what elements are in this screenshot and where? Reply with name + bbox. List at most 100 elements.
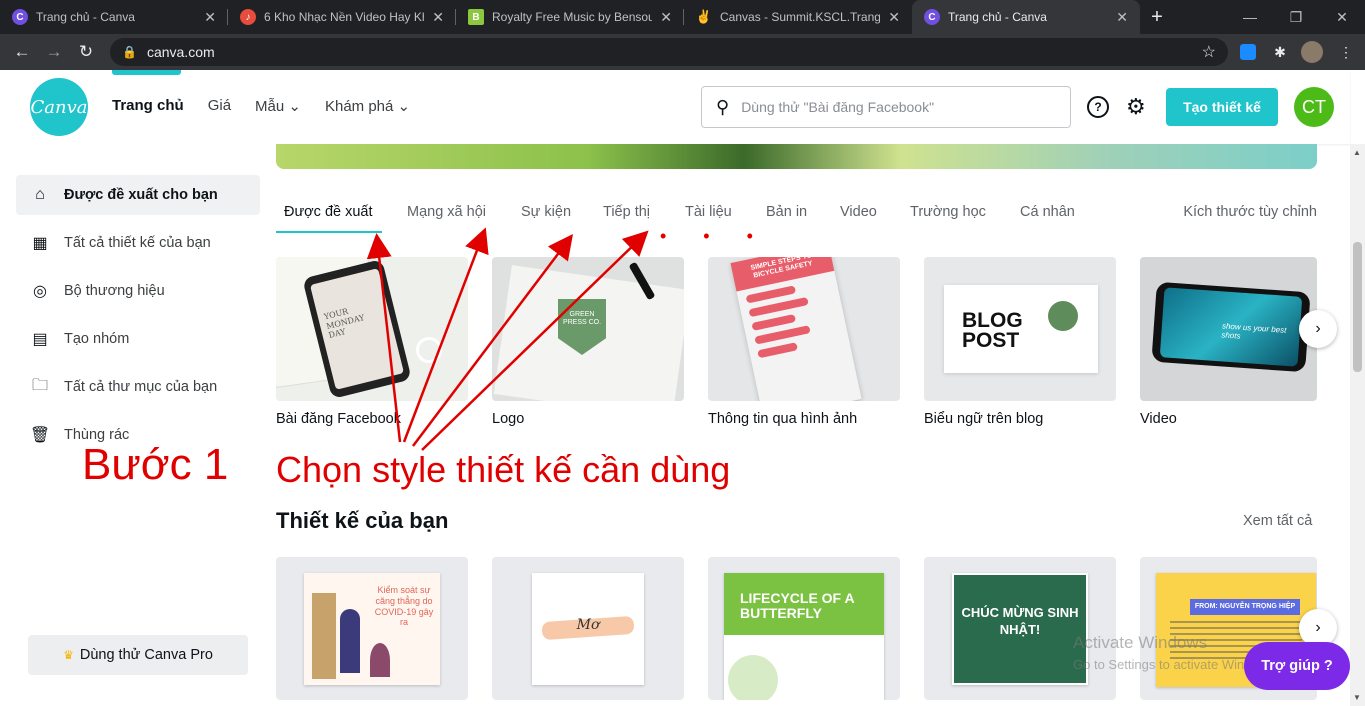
back-icon[interactable]: ← [6, 36, 38, 68]
canva-logo[interactable]: Canva [30, 78, 88, 136]
hero-banner [276, 144, 1317, 169]
lock-icon: 🔒 [122, 45, 137, 59]
tab-recommended[interactable]: Được đề xuất [284, 204, 373, 220]
extension-drop-icon[interactable] [1236, 40, 1260, 64]
tab-marketing[interactable]: Tiếp thị [603, 204, 650, 220]
bensound-icon: B [468, 9, 484, 25]
nav-pricing[interactable]: Giá [208, 97, 231, 115]
thumb-text: SIMPLE STEPS TO BICYCLE SAFETY [730, 257, 835, 292]
settings-gear-icon[interactable]: ⚙ [1126, 94, 1146, 120]
close-icon[interactable]: ✕ [660, 9, 672, 26]
brand-kit-icon: ◎ [33, 283, 47, 300]
template-label[interactable]: Bài đăng Facebook [276, 411, 401, 427]
active-indicator [112, 70, 181, 75]
tab-social-media[interactable]: Mạng xã hội [407, 204, 486, 220]
profile-avatar-icon[interactable] [1300, 40, 1324, 64]
close-icon[interactable]: ✕ [888, 9, 900, 26]
chevron-right-icon: › [1315, 619, 1321, 636]
canva-header: Canva Trang chủ Giá Mẫu ⌄ Khám phá ⌄ ⚲ D… [0, 70, 1350, 144]
try-canva-pro-button[interactable]: ♛ Dùng thử Canva Pro [28, 635, 248, 675]
forward-icon[interactable]: → [38, 36, 70, 68]
page-scrollbar[interactable]: ▲ ▼ [1350, 144, 1365, 706]
template-card-infographic[interactable]: SIMPLE STEPS TO BICYCLE SAFETY [708, 257, 900, 401]
search-icon: ⚲ [716, 96, 730, 117]
annotation-step: Bước 1 [82, 440, 229, 489]
close-icon[interactable]: ✕ [432, 9, 444, 26]
thumb-text: show us your best shots [1159, 287, 1303, 367]
victory-hand-icon: ✌ [695, 9, 713, 24]
sidebar-item-recommended[interactable]: ⌂ Được đề xuất cho bạn [16, 175, 260, 215]
browser-tab[interactable]: C Trang chủ - Canva ✕ [0, 0, 228, 34]
template-label[interactable]: Thông tin qua hình ảnh [708, 411, 857, 427]
tab-print[interactable]: Bản in [766, 204, 807, 220]
browser-tab-bar: C Trang chủ - Canva ✕ ♪ 6 Kho Nhạc Nền V… [0, 0, 1365, 34]
sidebar-item-team[interactable]: ▤ Tạo nhóm [16, 319, 260, 359]
url-text: canva.com [146, 44, 215, 60]
template-card-blog-banner[interactable]: BLOG POST [924, 257, 1116, 401]
scrollbar-thumb[interactable] [1353, 242, 1362, 372]
close-icon[interactable]: ✕ [204, 9, 216, 26]
browser-tab[interactable]: ♪ 6 Kho Nhạc Nền Video Hay Kh ✕ [228, 0, 456, 34]
sidebar-item-brand-kit[interactable]: ◎ Bộ thương hiệu [16, 271, 260, 311]
thumb-text: FROM: NGUYỄN TRỌNG HIỆP [1190, 599, 1300, 615]
pro-button-label: Dùng thử Canva Pro [79, 647, 213, 663]
nav-home[interactable]: Trang chủ [112, 97, 184, 115]
see-all-link[interactable]: Xem tất cả [1243, 513, 1312, 529]
chevron-down-icon: ⌄ [397, 98, 411, 115]
window-controls: — ❐ ✕ [1227, 0, 1365, 34]
canva-icon: C [924, 9, 940, 25]
tab-school[interactable]: Trường học [910, 204, 986, 220]
tab-video[interactable]: Video [840, 204, 877, 220]
extensions-puzzle-icon[interactable]: ✱ [1268, 40, 1292, 64]
minimize-icon[interactable]: — [1227, 0, 1273, 34]
restore-icon[interactable]: ❐ [1273, 0, 1319, 34]
activate-windows-watermark: Activate Windows [1073, 633, 1208, 652]
url-field[interactable]: 🔒 canva.com ☆ [110, 38, 1228, 66]
template-label[interactable]: Video [1140, 411, 1177, 427]
thumb-text: BLOG POST [962, 309, 1023, 352]
template-card-facebook-post[interactable]: YOUR MONDAY DAY [276, 257, 468, 401]
nav-discover[interactable]: Khám phá ⌄ [325, 97, 410, 115]
sidebar-item-label: Tất cả thư mục của bạn [64, 379, 218, 395]
browser-tab[interactable]: ✌ Canvas - Summit.KSCL.Trang ✕ [684, 0, 912, 34]
search-placeholder: Dùng thử "Bài đăng Facebook" [741, 99, 935, 115]
address-bar: ← → ↻ 🔒 canva.com ☆ ✱ ⋮ [0, 34, 1365, 70]
close-window-icon[interactable]: ✕ [1319, 0, 1365, 34]
template-label[interactable]: Biểu ngữ trên blog [924, 411, 1043, 427]
tab-documents[interactable]: Tài liệu [685, 204, 732, 220]
carousel-next-button[interactable]: › [1299, 310, 1337, 348]
design-card[interactable]: CHÚC MỪNG SINH NHẬT! [924, 557, 1116, 700]
new-tab-icon[interactable]: + [1140, 0, 1174, 34]
design-card[interactable]: Mơ [492, 557, 684, 700]
tab-events[interactable]: Sự kiện [521, 204, 571, 220]
sidebar-item-folders[interactable]: 🗀 Tất cả thư mục của bạn [16, 367, 260, 407]
sidebar-item-label: Được đề xuất cho bạn [64, 187, 218, 203]
help-question-icon[interactable]: ? [1087, 96, 1109, 118]
thumb-text: LIFECYCLE OF A BUTTERFLY [724, 573, 884, 635]
avatar[interactable]: CT [1294, 87, 1334, 127]
sidebar: ⌂ Được đề xuất cho bạn ▦ Tất cả thiết kế c… [0, 144, 276, 706]
close-icon[interactable]: ✕ [1116, 9, 1128, 26]
folder-icon: 🗀 [31, 376, 48, 394]
help-button[interactable]: Trợ giúp ? [1244, 642, 1350, 690]
home-icon: ⌂ [35, 186, 45, 203]
tab-personal[interactable]: Cá nhân [1020, 204, 1075, 220]
browser-tab-active[interactable]: C Trang chủ - Canva ✕ [912, 0, 1140, 34]
nav-templates[interactable]: Mẫu ⌄ [255, 97, 301, 115]
browser-tab[interactable]: B Royalty Free Music by Bensoun ✕ [456, 0, 684, 34]
search-input[interactable]: ⚲ Dùng thử "Bài đăng Facebook" [701, 86, 1071, 128]
design-card[interactable]: Kiểm soát sự căng thẳng do COVID-19 gây … [276, 557, 468, 700]
thumb-text: Kiểm soát sự căng thẳng do COVID-19 gây … [374, 585, 434, 628]
sidebar-item-all-designs[interactable]: ▦ Tất cả thiết kế của bạn [16, 223, 260, 263]
reload-icon[interactable]: ↻ [70, 36, 102, 68]
template-label[interactable]: Logo [492, 411, 524, 427]
menu-kebab-icon[interactable]: ⋮ [1334, 40, 1358, 64]
design-card[interactable]: LIFECYCLE OF A BUTTERFLY [708, 557, 900, 700]
template-card-logo[interactable]: GREEN PRESS CO. [492, 257, 684, 401]
create-design-button[interactable]: Tạo thiết kế [1166, 88, 1278, 126]
custom-size-link[interactable]: Kích thước tùy chỉnh [1183, 204, 1317, 220]
team-icon: ▤ [32, 331, 48, 348]
header-nav: Trang chủ Giá Mẫu ⌄ Khám phá ⌄ [112, 70, 410, 115]
bookmark-star-icon[interactable]: ☆ [1202, 42, 1216, 62]
template-card-video[interactable]: show us your best shots [1140, 257, 1317, 401]
